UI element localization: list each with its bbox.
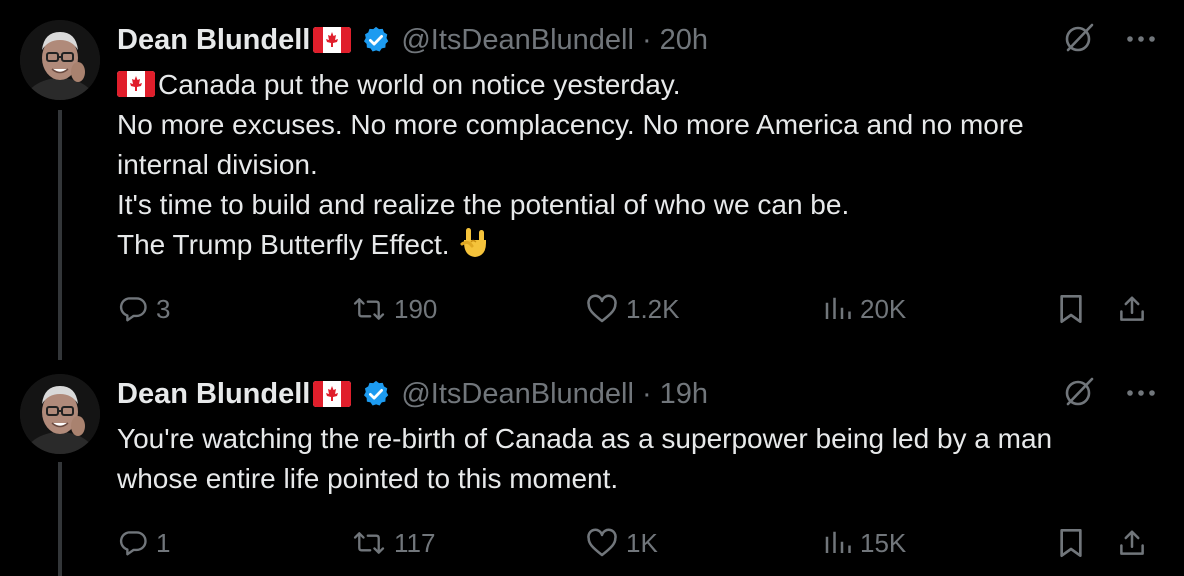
- avatar[interactable]: [20, 374, 100, 454]
- like-count: 1K: [626, 527, 658, 558]
- views-button[interactable]: 20K: [822, 289, 906, 329]
- repost-icon: [353, 532, 385, 554]
- separator-dot: ·: [641, 377, 652, 410]
- tweet-header: Dean Blundell @ItsDeanBlundell · 20h: [117, 18, 708, 62]
- like-icon: [587, 528, 617, 557]
- display-name[interactable]: Dean Blundell: [117, 24, 310, 57]
- tweet-text-line: The Trump Butterfly Effect.: [117, 225, 1157, 265]
- verified-badge-icon: [361, 379, 391, 409]
- bookmark-button[interactable]: [1057, 289, 1085, 329]
- tweet-action-bar: 3 190 1.2K 20K: [0, 289, 1184, 329]
- reply-icon: [119, 531, 147, 556]
- views-icon: [825, 297, 851, 319]
- canada-flag-icon: [313, 27, 352, 53]
- views-button[interactable]: 15K: [822, 523, 906, 563]
- more-icon[interactable]: [1126, 385, 1156, 403]
- separator-dot: ·: [641, 23, 652, 56]
- reply-icon: [119, 297, 147, 322]
- tweet-text: You're watching the re-birth of Canada a…: [117, 419, 1157, 499]
- tweet-text-line: internal division.: [117, 149, 318, 180]
- reply-count: 1: [156, 527, 171, 558]
- timestamp[interactable]: 20h: [660, 24, 708, 57]
- timestamp[interactable]: 19h: [660, 378, 708, 411]
- tweet-text-line: whose entire life pointed to this moment…: [117, 463, 619, 494]
- canada-flag-icon: [117, 68, 155, 97]
- repost-count: 190: [394, 293, 438, 324]
- share-button[interactable]: [1117, 289, 1147, 329]
- view-count: 15K: [860, 527, 907, 558]
- like-button[interactable]: 1.2K: [586, 289, 680, 329]
- user-handle[interactable]: @ItsDeanBlundell: [401, 378, 634, 411]
- like-count: 1.2K: [626, 293, 680, 324]
- share-icon: [1120, 296, 1144, 321]
- view-count: 20K: [860, 293, 907, 324]
- bookmark-icon: [1060, 529, 1082, 557]
- display-name[interactable]: Dean Blundell: [117, 378, 310, 411]
- canada-flag-icon: [313, 381, 352, 407]
- reply-button[interactable]: 3: [118, 289, 170, 329]
- user-handle[interactable]: @ItsDeanBlundell: [401, 24, 634, 57]
- tweet-top-actions: [1062, 372, 1156, 416]
- bookmark-icon: [1060, 295, 1082, 323]
- grok-icon[interactable]: [1062, 21, 1096, 60]
- like-icon: [587, 294, 617, 323]
- reply-count: 3: [156, 293, 171, 324]
- repost-count: 117: [394, 527, 436, 558]
- tweet-text-line: It's time to build and realize the poten…: [117, 189, 850, 220]
- share-icon: [1120, 530, 1144, 555]
- verified-badge-icon: [361, 25, 391, 55]
- tweet-text-line: You're watching the re-birth of Canada a…: [117, 423, 1053, 454]
- views-icon: [825, 531, 851, 553]
- rock-on-hand-emoji: [460, 226, 490, 260]
- tweet[interactable]: Dean Blundell @ItsDeanBlundell · 20h Can…: [0, 18, 1184, 358]
- tweet-text-line: No more excuses. No more complacency. No…: [117, 109, 1024, 140]
- repost-button[interactable]: 190: [352, 289, 437, 329]
- tweet-top-actions: [1062, 18, 1156, 62]
- tweet-text: Canada put the world on notice yesterday…: [117, 65, 1157, 265]
- like-button[interactable]: 1K: [586, 523, 658, 563]
- tweet-header: Dean Blundell @ItsDeanBlundell · 19h: [117, 372, 708, 416]
- bookmark-button[interactable]: [1057, 523, 1085, 563]
- tweet-action-bar: 1 117 1K 15K: [0, 523, 1184, 563]
- repost-button[interactable]: 117: [352, 523, 435, 563]
- grok-icon[interactable]: [1062, 375, 1096, 414]
- more-icon[interactable]: [1126, 31, 1156, 49]
- tweet-text-line: Canada put the world on notice yesterday…: [117, 65, 1157, 105]
- avatar[interactable]: [20, 20, 100, 100]
- repost-icon: [353, 298, 385, 320]
- tweet[interactable]: Dean Blundell @ItsDeanBlundell · 19h You…: [0, 372, 1184, 576]
- reply-button[interactable]: 1: [118, 523, 170, 563]
- share-button[interactable]: [1117, 523, 1147, 563]
